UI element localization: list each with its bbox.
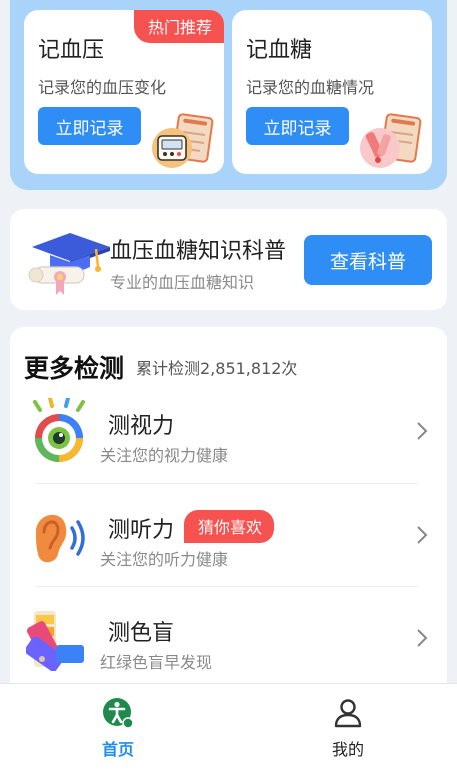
- knowledge-subtitle: 专业的血压血糖知识: [110, 273, 255, 292]
- eye-icon: [33, 398, 85, 462]
- test-name-hearing: 测听力: [108, 518, 175, 543]
- view-knowledge-button[interactable]: 查看科普: [304, 235, 432, 285]
- nav-mine-label: 我的: [331, 740, 364, 759]
- home-accessibility-icon: [103, 698, 134, 729]
- test-desc-color-blindness: 红绿色盲早发现: [100, 653, 213, 672]
- blood-pressure-monitor-icon: [152, 113, 214, 168]
- chevron-right-icon: [417, 422, 428, 440]
- nav-mine[interactable]: 我的: [288, 696, 408, 760]
- graduation-cap-icon: [28, 233, 110, 295]
- blood-sugar-card[interactable]: 记血糖 记录您的血糖情况 立即记录: [232, 10, 432, 174]
- chevron-right-icon: [417, 629, 428, 647]
- blood-pressure-card[interactable]: 记血压 记录您的血压变化 立即记录 热门推荐: [24, 10, 224, 174]
- record-blood-sugar-button[interactable]: 立即记录: [246, 107, 349, 145]
- test-row-color-blindness[interactable]: 测色盲 红绿色盲早发现: [10, 591, 447, 691]
- nav-home[interactable]: 首页: [58, 696, 178, 760]
- divider: [36, 586, 418, 587]
- ear-icon: [36, 514, 85, 563]
- hot-recommend-badge: 热门推荐: [133, 10, 224, 43]
- blood-pressure-description: 记录您的血压变化: [38, 78, 167, 97]
- knowledge-title: 血压血糖知识科普: [110, 239, 287, 264]
- blood-sugar-title: 记血糖: [246, 38, 313, 63]
- knowledge-card[interactable]: 血压血糖知识科普 专业的血压血糖知识 查看科普: [10, 209, 447, 310]
- blood-glucose-meter-icon: [360, 113, 422, 168]
- record-panel: 记血压 记录您的血压变化 立即记录 热门推荐 记血糖 记录您的血糖情况 立即记录: [10, 0, 447, 190]
- divider: [36, 483, 418, 484]
- record-blood-pressure-button[interactable]: 立即记录: [38, 107, 141, 145]
- guess-you-like-badge: 猜你喜欢: [184, 510, 275, 543]
- nav-home-label: 首页: [101, 740, 134, 759]
- bottom-nav: 首页 我的: [0, 683, 457, 772]
- test-count-text: 累计检测2,851,812次: [136, 359, 298, 378]
- blood-sugar-description: 记录您的血糖情况: [246, 78, 375, 97]
- more-tests-section: 更多检测 累计检测2,851,812次 测视力 关注您的视力健康 测听力 猜你喜…: [10, 327, 447, 687]
- test-name-color-blindness: 测色盲: [108, 621, 175, 646]
- test-desc-vision: 关注您的视力健康: [100, 446, 229, 465]
- user-icon: [334, 699, 362, 728]
- chevron-right-icon: [417, 526, 428, 544]
- test-name-vision: 测视力: [108, 414, 175, 439]
- more-tests-title: 更多检测: [24, 354, 125, 383]
- test-row-vision[interactable]: 测视力 关注您的视力健康: [10, 384, 447, 484]
- color-palette-icon: [26, 611, 84, 671]
- test-row-hearing[interactable]: 测听力 猜你喜欢 关注您的听力健康: [10, 488, 447, 588]
- blood-pressure-title: 记血压: [38, 38, 105, 63]
- test-desc-hearing: 关注您的听力健康: [100, 550, 229, 569]
